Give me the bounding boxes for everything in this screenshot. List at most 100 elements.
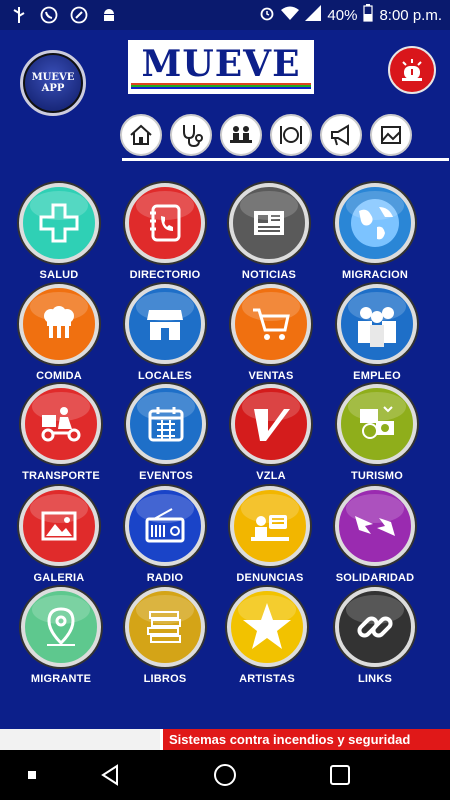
- tile-solidaridad[interactable]: SOLIDARIDAD: [320, 486, 430, 584]
- tile-label: LINKS: [358, 673, 392, 685]
- tile-radio[interactable]: RADIO: [110, 486, 220, 584]
- tile-libros[interactable]: LIBROS: [110, 587, 220, 685]
- tile-label: VZLA: [256, 470, 286, 482]
- food-category-button[interactable]: [270, 114, 312, 156]
- whatsapp-icon: [40, 6, 58, 24]
- star-icon: [227, 587, 307, 667]
- workers-icon: [337, 284, 417, 364]
- tile-vzla[interactable]: VZLA: [216, 384, 326, 482]
- battery-icon: [363, 4, 374, 26]
- home-category-button[interactable]: [120, 114, 162, 156]
- app-logo[interactable]: MUEVE APP: [20, 50, 86, 116]
- system-nav-bar: [0, 750, 450, 800]
- tile-label: MIGRANTE: [30, 673, 92, 685]
- tile-label: ARTISTAS: [239, 673, 295, 685]
- books-icon: [125, 587, 205, 667]
- back-triangle-icon: [101, 764, 118, 786]
- back-button[interactable]: [80, 750, 140, 800]
- chef-hats-icon: [19, 284, 99, 364]
- tile-migracion[interactable]: MIGRACION: [320, 183, 430, 281]
- logo-line2: APP: [41, 83, 65, 94]
- tile-label: EMPLEO: [353, 370, 401, 382]
- tile-directorio[interactable]: DIRECTORIO: [110, 183, 220, 281]
- tile-label: LOCALES: [138, 370, 192, 382]
- brand-stripes: [131, 83, 311, 89]
- location-pin-icon: [21, 587, 101, 667]
- tile-label: TRANSPORTE: [22, 470, 100, 482]
- brand-title: MUEVE: [141, 43, 301, 85]
- radio-icon: [125, 486, 205, 566]
- tile-label: DIRECTORIO: [129, 269, 201, 281]
- tile-salud[interactable]: SALUD: [4, 183, 114, 281]
- alarm-icon: [259, 5, 275, 25]
- tile-artistas[interactable]: ARTISTAS: [212, 587, 322, 685]
- meeting-icon: [230, 126, 252, 143]
- helping-hands-icon: [335, 486, 415, 566]
- shopping-cart-icon: [231, 284, 311, 364]
- alert-button[interactable]: [388, 46, 436, 94]
- recents-button[interactable]: [2, 750, 62, 800]
- gallery-category-button[interactable]: [370, 114, 412, 156]
- overview-square-icon: [330, 765, 350, 785]
- stethoscope-icon: [183, 125, 203, 148]
- tile-noticias[interactable]: NOTICIAS: [214, 183, 324, 281]
- tourism-photos-icon: [337, 384, 417, 464]
- tile-comida[interactable]: COMIDA: [4, 284, 114, 382]
- home-button[interactable]: [195, 750, 255, 800]
- home-icon: [130, 124, 152, 145]
- meeting-category-button[interactable]: [220, 114, 262, 156]
- ad-image: [0, 729, 160, 750]
- tile-locales[interactable]: LOCALES: [110, 284, 220, 382]
- phonebook-icon: [125, 183, 205, 263]
- tile-label: NOTICIAS: [241, 269, 297, 281]
- chain-link-icon: [335, 587, 415, 667]
- restaurant-icon: [280, 126, 302, 144]
- category-bar: [120, 114, 412, 156]
- square-dot-icon: [28, 771, 36, 779]
- tile-label: EVENTOS: [139, 470, 193, 482]
- tile-label: RADIO: [146, 572, 184, 584]
- tile-label: COMIDA: [36, 370, 82, 382]
- usb-icon: [10, 6, 28, 24]
- tile-label: GALERIA: [33, 572, 85, 584]
- news-category-button[interactable]: [320, 114, 362, 156]
- home-circle-icon: [214, 764, 236, 786]
- tile-denuncias[interactable]: DENUNCIAS: [215, 486, 325, 584]
- tile-label: SALUD: [39, 269, 79, 281]
- tile-label: TURISMO: [350, 470, 404, 482]
- tile-label: LIBROS: [143, 673, 187, 685]
- v-logo-icon: [231, 384, 311, 464]
- siren-icon: [402, 59, 422, 81]
- tile-links[interactable]: LINKS: [320, 587, 430, 685]
- category-underline: [122, 158, 449, 161]
- gallery-icon: [381, 126, 401, 144]
- tile-empleo[interactable]: EMPLEO: [322, 284, 432, 382]
- signal-icon: [305, 5, 322, 25]
- megaphone-icon: [331, 124, 349, 146]
- tile-galeria[interactable]: GALERIA: [4, 486, 114, 584]
- battery-text: 40%: [327, 6, 358, 24]
- tile-label: DENUNCIAS: [236, 572, 304, 584]
- brand-banner: MUEVE: [128, 40, 314, 94]
- clock: 8:00 p.m.: [379, 6, 442, 24]
- picture-icon: [19, 486, 99, 566]
- overview-button[interactable]: [310, 750, 370, 800]
- health-category-button[interactable]: [170, 114, 212, 156]
- storefront-icon: [125, 284, 205, 364]
- newspaper-icon: [229, 183, 309, 263]
- app-header: MUEVE APP MUEVE: [0, 30, 450, 165]
- ad-banner[interactable]: Sistemas contra incendios y seguridad: [0, 729, 450, 750]
- delivery-scooter-icon: [21, 384, 101, 464]
- tile-ventas[interactable]: VENTAS: [216, 284, 326, 382]
- globe-icon: [335, 183, 415, 263]
- tile-label: MIGRACION: [342, 269, 408, 281]
- tile-label: SOLIDARIDAD: [335, 572, 415, 584]
- tile-turismo[interactable]: TURISMO: [322, 384, 432, 482]
- tile-label: VENTAS: [248, 370, 294, 382]
- status-bar: 40% 8:00 p.m.: [0, 0, 450, 30]
- complaint-desk-icon: [230, 486, 310, 566]
- tile-migrante[interactable]: MIGRANTE: [6, 587, 116, 685]
- tile-transporte[interactable]: TRANSPORTE: [6, 384, 116, 482]
- tile-eventos[interactable]: EVENTOS: [111, 384, 221, 482]
- medical-cross-icon: [19, 183, 99, 263]
